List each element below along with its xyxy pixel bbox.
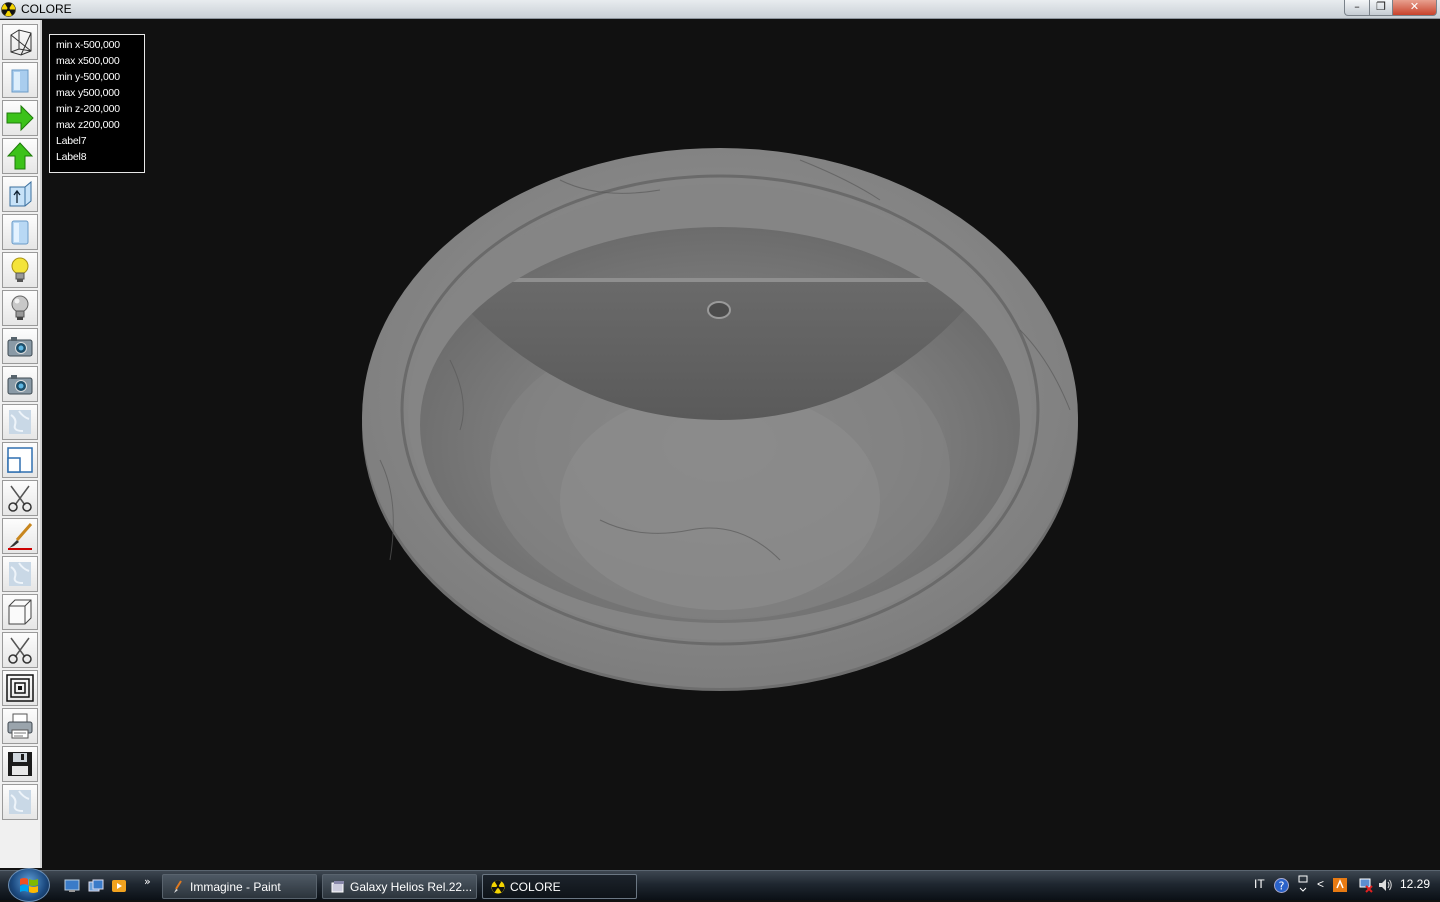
sink-model[interactable] (42, 20, 1440, 870)
tool-button-cylinder[interactable] (2, 214, 38, 250)
close-button[interactable]: ✕ (1392, 0, 1437, 16)
wireframe-cube-icon (10, 29, 32, 56)
bounds-info-panel: min x-500,000 max x500,000 min y-500,000… (49, 34, 145, 173)
tool-button-texture-3[interactable] (2, 784, 38, 820)
arrow-right-icon (6, 104, 34, 132)
title-bar: COLORE – ❐ ✕ (0, 0, 1440, 19)
tool-button-extrude[interactable] (2, 176, 38, 212)
tool-button-texture-2[interactable] (2, 556, 38, 592)
task-galaxy-helios[interactable]: Galaxy Helios Rel.22... (322, 874, 477, 899)
tool-button-move-up[interactable] (2, 138, 38, 174)
tool-button-cut[interactable] (2, 480, 38, 516)
window-layout-icon (7, 447, 33, 473)
info-max-x: max x500,000 (56, 55, 120, 67)
tool-button-layout[interactable] (2, 442, 38, 478)
scissors-2-icon (8, 637, 32, 664)
radiation-icon (1, 2, 16, 17)
marble-texture-icon (9, 410, 31, 434)
info-min-z: min z-200,000 (56, 103, 120, 115)
cube-outline-icon (8, 599, 32, 625)
galaxy-helios-icon (331, 880, 344, 892)
info-max-y: max y500,000 (56, 87, 120, 99)
taskbar-options-icon[interactable] (1297, 875, 1309, 895)
tool-button-save[interactable] (2, 746, 38, 782)
task-paint[interactable]: Immagine - Paint (162, 874, 317, 899)
task-label: Immagine - Paint (190, 879, 281, 894)
marble-texture-3-icon (9, 790, 31, 814)
tool-button-frame[interactable] (2, 670, 38, 706)
camera-icon (7, 337, 33, 357)
tool-button-light-on[interactable] (2, 252, 38, 288)
task-label: Galaxy Helios Rel.22... (350, 879, 473, 894)
tool-button-paint[interactable] (2, 518, 38, 554)
info-label8: Label8 (56, 151, 87, 163)
quick-launch-more[interactable]: » (144, 875, 151, 888)
printer-icon (7, 713, 33, 739)
maximize-button[interactable]: ❐ (1369, 0, 1393, 16)
windows-logo-icon (20, 878, 38, 893)
tool-button-cube[interactable] (2, 594, 38, 630)
help-icon[interactable]: ? (1274, 878, 1289, 893)
tool-button-print[interactable] (2, 708, 38, 744)
arrow-up-icon (6, 142, 34, 170)
clock[interactable]: 12.29 (1400, 877, 1430, 891)
task-label: COLORE (510, 879, 561, 894)
box-up-icon (9, 180, 32, 207)
marble-texture-2-icon (9, 562, 31, 586)
tool-button-cut-2[interactable] (2, 632, 38, 668)
media-player-icon[interactable] (111, 879, 127, 893)
cylinder-icon (11, 220, 29, 245)
tool-button-wireframe[interactable] (2, 24, 38, 60)
task-colore[interactable]: COLORE (482, 874, 637, 899)
language-indicator[interactable]: IT (1254, 877, 1265, 891)
solid-block-icon (11, 69, 29, 93)
floppy-disk-icon (8, 752, 32, 776)
info-max-z: max z200,000 (56, 119, 120, 131)
system-tray: IT ? < 12.29 (1246, 871, 1440, 901)
network-icon[interactable] (1358, 877, 1374, 893)
tool-button-camera-alt[interactable] (2, 366, 38, 402)
tool-button-solid[interactable] (2, 62, 38, 98)
lightbulb-off-icon (11, 295, 29, 320)
taskbar: » Immagine - Paint Galaxy Helios Rel.22.… (0, 868, 1440, 902)
minimize-button[interactable]: – (1344, 0, 1370, 16)
info-min-x: min x-500,000 (56, 39, 120, 51)
window-title: COLORE (21, 2, 72, 16)
svg-text:?: ? (1279, 880, 1285, 893)
switch-windows-icon[interactable] (88, 879, 104, 893)
paint-icon (174, 879, 182, 893)
lightbulb-on-icon (11, 257, 29, 282)
volume-icon[interactable] (1377, 877, 1393, 893)
tool-button-light-off[interactable] (2, 290, 38, 326)
info-label7: Label7 (56, 135, 87, 147)
3d-viewport[interactable] (42, 20, 1440, 870)
update-icon[interactable] (1332, 877, 1348, 893)
brush-icon (8, 523, 33, 550)
concentric-squares-icon (6, 674, 34, 702)
tool-button-texture[interactable] (2, 404, 38, 440)
left-toolbar (0, 20, 42, 868)
camera-alt-icon (7, 375, 33, 395)
start-button[interactable] (8, 868, 50, 902)
radiation-icon (491, 879, 505, 894)
scissors-icon (8, 485, 32, 512)
info-min-y: min y-500,000 (56, 71, 120, 83)
show-hidden-icons[interactable]: < (1317, 877, 1324, 891)
show-desktop-icon[interactable] (64, 879, 80, 893)
tool-button-move-right[interactable] (2, 100, 38, 136)
tool-button-camera[interactable] (2, 328, 38, 364)
